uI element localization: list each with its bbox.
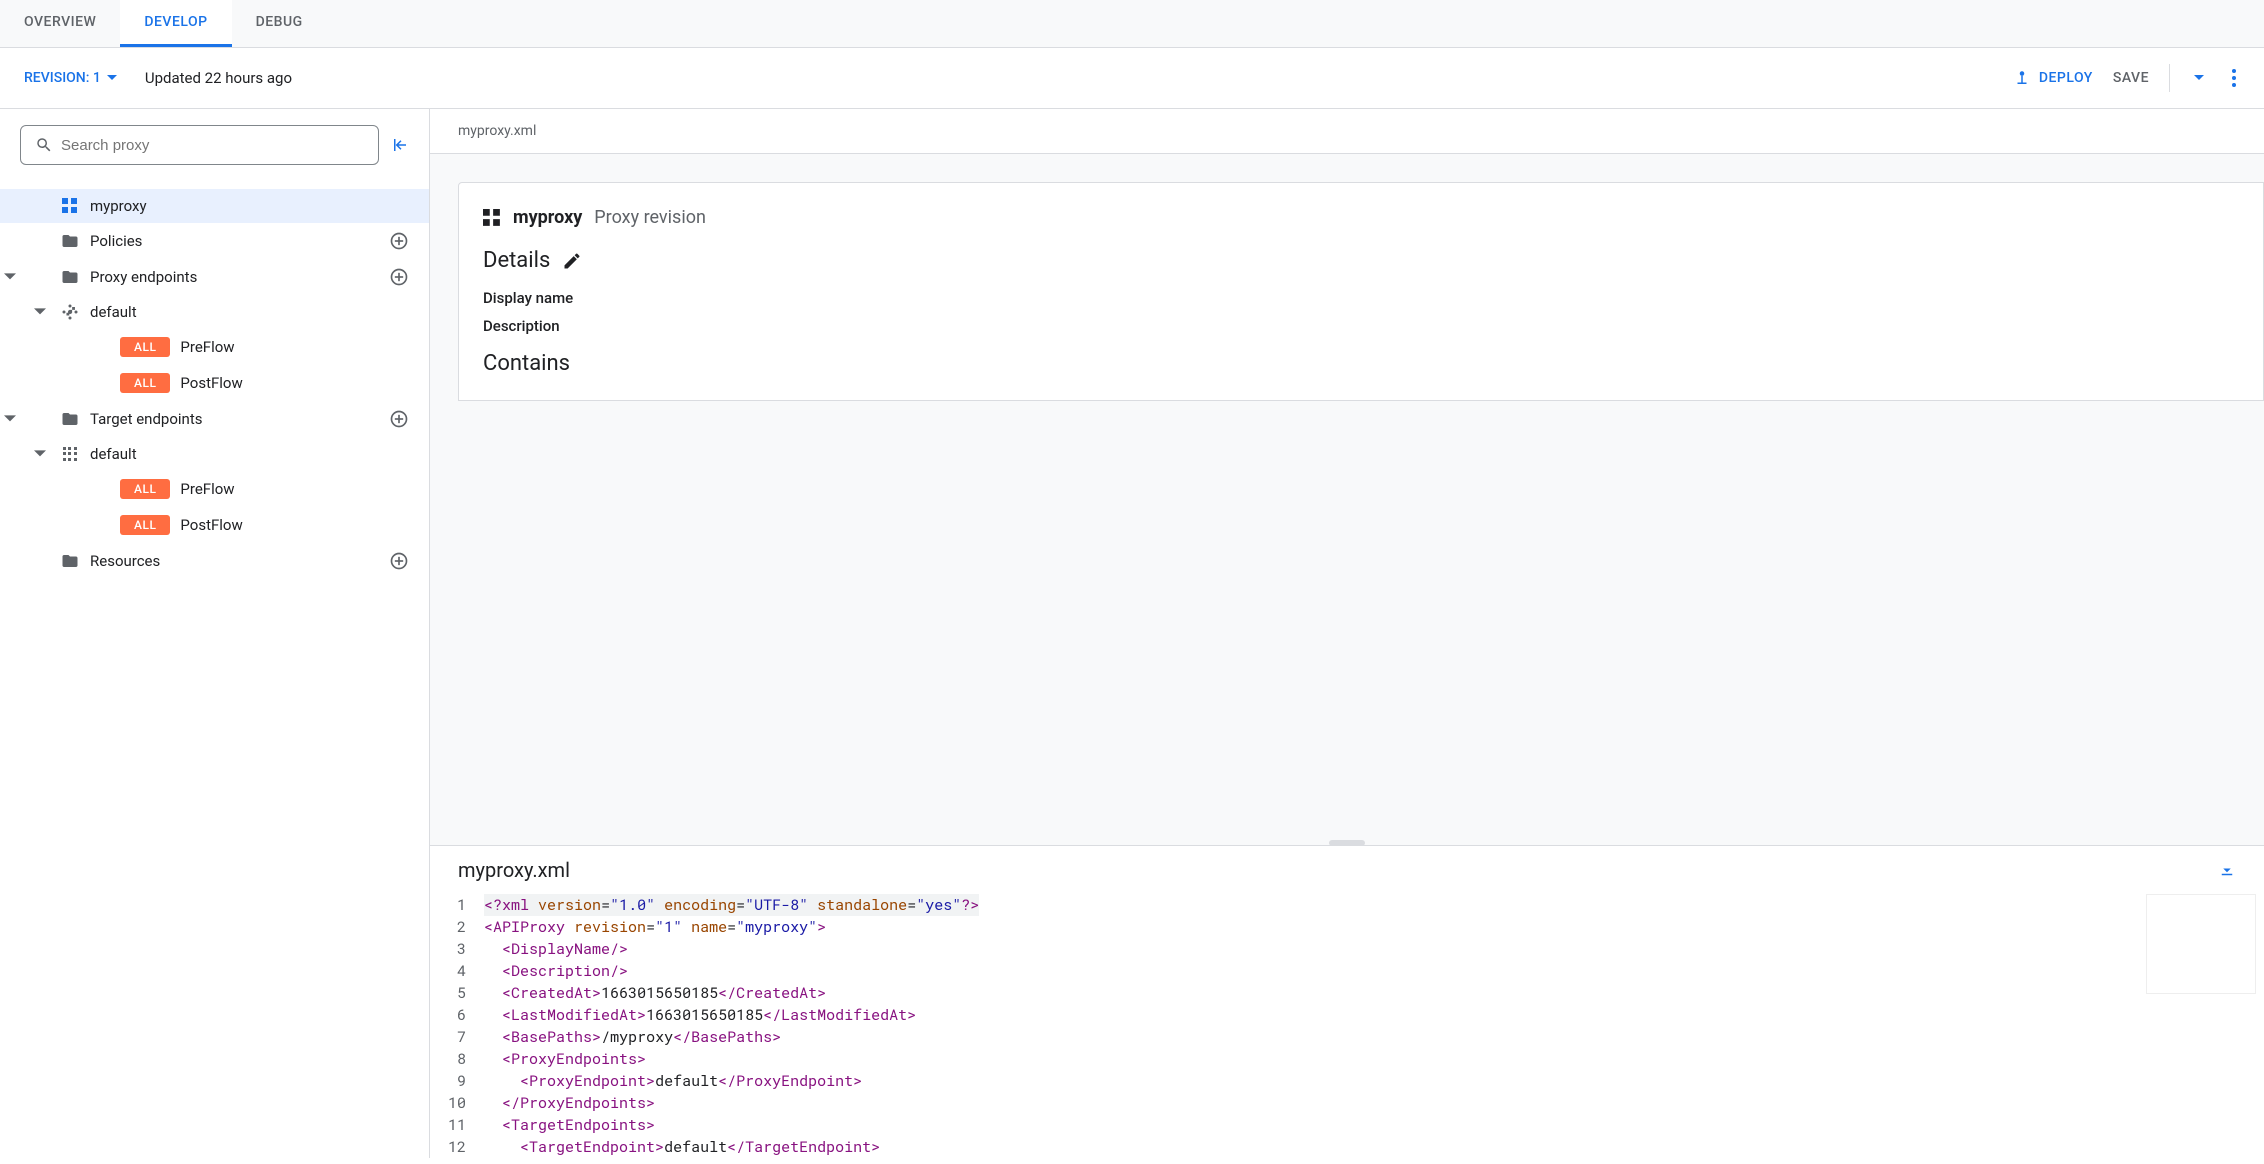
add-icon[interactable] [389,409,409,429]
tree-label: PreFlow [180,338,234,356]
tree-pe-default[interactable]: default [0,295,429,329]
updated-label: Updated 22 hours ago [145,69,292,87]
tab-develop[interactable]: DEVELOP [120,0,231,47]
details-heading: Details [483,248,550,273]
sidebar: myproxy Policies Pro [0,109,430,1158]
tree-label: PostFlow [180,516,242,534]
display-name-label: Display name [483,289,2239,307]
card-subtitle: Proxy revision [594,207,706,228]
more-menu[interactable] [2228,65,2240,91]
main-tabs: OVERVIEW DEVELOP DEBUG [0,0,2264,48]
expand-arrow[interactable] [0,273,20,281]
expand-arrow[interactable] [30,450,50,458]
chevron-down-icon [34,308,46,316]
main-panel: myproxy.xml myproxy Proxy revision Detai… [430,109,2264,1158]
editor-filename: myproxy.xml [458,858,570,882]
navigator-tree: myproxy Policies Pro [0,181,429,1158]
deploy-button[interactable]: DEPLOY [2013,69,2093,87]
tree-label: PostFlow [180,374,242,392]
chevron-down-icon [4,273,16,281]
tree-target-endpoints[interactable]: Target endpoints [0,401,429,437]
revision-selector[interactable]: REVISION: 1 [24,70,117,86]
folder-icon [60,552,80,570]
tree-proxy-endpoints[interactable]: Proxy endpoints [0,259,429,295]
minimap[interactable] [2146,894,2256,994]
add-icon[interactable] [389,267,409,287]
chevron-down-icon [4,415,16,423]
tree-label: default [90,445,137,463]
all-badge: ALL [120,373,170,393]
line-gutter: 123456789101112 [430,894,484,1158]
breadcrumb: myproxy.xml [430,109,2264,154]
tree-label: Resources [90,552,160,570]
all-badge: ALL [120,337,170,357]
revision-label: REVISION: 1 [24,70,101,86]
tree-policies[interactable]: Policies [0,223,429,259]
tab-debug[interactable]: DEBUG [232,0,327,47]
tree-label: Policies [90,232,142,250]
expand-arrow[interactable] [30,308,50,316]
add-icon[interactable] [389,551,409,571]
folder-icon [60,232,80,250]
details-card: myproxy Proxy revision Details Display n… [458,182,2264,401]
grid-icon [60,447,80,461]
contains-heading: Contains [483,351,570,376]
tree-label: myproxy [90,197,147,215]
toolbar: REVISION: 1 Updated 22 hours ago DEPLOY … [0,48,2264,109]
tree-pe-preflow[interactable]: ALL PreFlow [0,329,429,365]
tree-label: Target endpoints [90,410,203,428]
search-icon [35,136,53,154]
divider [2169,64,2170,92]
collapse-sidebar-button[interactable] [391,136,409,154]
folder-icon [60,268,80,286]
edit-icon[interactable] [562,251,582,271]
all-badge: ALL [120,515,170,535]
all-badge: ALL [120,479,170,499]
more-vert-icon [2232,69,2236,87]
tree-resources[interactable]: Resources [0,543,429,579]
tree-label: PreFlow [180,480,234,498]
search-input[interactable] [61,137,364,154]
proxy-icon [60,198,80,214]
chevron-down-icon [34,450,46,458]
tree-pe-postflow[interactable]: ALL PostFlow [0,365,429,401]
search-box[interactable] [20,125,379,165]
drag-handle[interactable] [1329,840,1365,846]
collapse-down-icon [2218,861,2236,879]
tab-overview[interactable]: OVERVIEW [0,0,120,47]
collapse-left-icon [391,136,409,154]
expand-arrow[interactable] [0,415,20,423]
proxy-icon [483,209,501,227]
deploy-icon [2013,69,2031,87]
tree-te-postflow[interactable]: ALL PostFlow [0,507,429,543]
endpoint-icon [60,304,80,320]
description-label: Description [483,317,2239,335]
collapse-editor-button[interactable] [2218,861,2236,879]
tree-te-preflow[interactable]: ALL PreFlow [0,471,429,507]
chevron-down-icon [107,75,117,81]
tree-label: Proxy endpoints [90,268,197,286]
card-title: myproxy [513,207,582,228]
code-editor[interactable]: 123456789101112 <?xml version="1.0" enco… [430,894,2264,1158]
tree-label: default [90,303,137,321]
save-button[interactable]: SAVE [2113,70,2149,86]
tree-root-myproxy[interactable]: myproxy [0,189,429,223]
save-dropdown[interactable] [2190,71,2208,85]
tree-te-default[interactable]: default [0,437,429,471]
code-editor-panel: myproxy.xml 123456789101112 <?xml versio… [430,845,2264,1158]
chevron-down-icon [2194,75,2204,81]
add-icon[interactable] [389,231,409,251]
folder-icon [60,410,80,428]
